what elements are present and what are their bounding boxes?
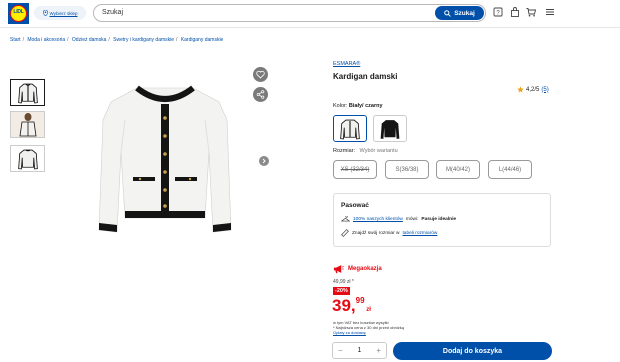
fit-customer-feedback: 100% naszych klientów mówi: Pasuje ideal… (341, 216, 456, 222)
search-input[interactable]: Szukaj (102, 9, 123, 16)
model-thumbnail-image (19, 112, 36, 136)
old-price: 49,99 zł * (333, 279, 354, 285)
hanger-icon (341, 216, 350, 222)
chevron-right-icon (262, 158, 266, 164)
quantity-stepper: − 1 + (332, 342, 387, 359)
discount-badge: -20% (333, 287, 350, 295)
search-bar[interactable]: Szukaj Szukaj (93, 4, 486, 22)
menu-icon[interactable] (545, 7, 555, 19)
color-swatch-white-black[interactable] (333, 115, 367, 142)
price-main: 39, (332, 296, 356, 315)
sale-badge: Megaokazja (333, 264, 382, 274)
size-finder-row: Znajdź swój rozmiar w tabeli rozmiarów (341, 229, 437, 237)
white-cardigan-swatch-image (340, 119, 360, 139)
breadcrumb-item-fashion[interactable]: Moda i akcesoria (27, 37, 65, 43)
store-selector-button[interactable]: Wybierz sklep (34, 6, 86, 20)
quantity-decrease-button[interactable]: − (338, 346, 343, 355)
price-notes: w tym VAT bez kosztów wysyłki * Najniższ… (333, 320, 404, 335)
thumbnail-back[interactable] (10, 145, 45, 172)
megaphone-icon (333, 265, 344, 274)
sale-badge-label: Megaokazja (348, 266, 382, 272)
size-option-l[interactable]: L(44/46) (488, 160, 532, 179)
search-button-label: Szukaj (454, 9, 475, 17)
fit-info-box: Pasować 100% naszych klientów mówi: Pasu… (333, 193, 551, 247)
customers-percentage-link[interactable]: 100% naszych klientów (353, 217, 403, 222)
breadcrumb: Start / Moda i akcesoria / Odzież damska / … (10, 37, 224, 43)
breadcrumb-item-start[interactable]: Start (10, 37, 21, 43)
share-icon (256, 90, 265, 99)
wishlist-button[interactable] (253, 67, 268, 82)
breadcrumb-item-sweaters[interactable]: Swetry i kardigany damskie (113, 37, 174, 43)
product-brand-link[interactable]: ESMARA® (333, 61, 360, 67)
search-button[interactable]: Szukaj (435, 6, 484, 20)
star-icon (517, 86, 524, 93)
thumbnail-front[interactable] (10, 79, 45, 106)
price-fraction: 99 (355, 296, 365, 305)
product-title: Kardigan damski (333, 72, 398, 81)
size-option-s[interactable]: S(36/38) (385, 160, 429, 179)
ruler-icon (341, 229, 349, 237)
color-swatch-black[interactable] (373, 115, 407, 142)
heart-icon (256, 70, 265, 79)
search-icon (444, 9, 451, 17)
price-currency: zł (366, 307, 371, 313)
color-selection-label: Kolor: Biały/ czarny (333, 103, 383, 109)
cardigan-thumbnail-image (17, 83, 38, 103)
bag-icon[interactable] (510, 7, 520, 19)
breadcrumb-item-womens-clothing[interactable]: Odzież damska (72, 37, 106, 43)
add-to-cart-button[interactable]: Dodaj do koszyka (393, 342, 552, 360)
share-button[interactable] (253, 87, 268, 102)
lidl-logo[interactable]: LIDL (8, 3, 29, 24)
breadcrumb-item-cardigans[interactable]: Kardigany damskie (181, 37, 224, 43)
delivery-costs-link[interactable]: Opłaty za dostawę (333, 330, 404, 335)
size-hint: Wybór wariantu (359, 148, 398, 154)
main-product-image (98, 85, 232, 233)
current-price: 39,99 zł (332, 296, 371, 316)
rating-count-link[interactable]: (5) (541, 87, 548, 93)
help-icon[interactable]: ? (493, 7, 503, 19)
header: LIDL Wybierz sklep Szukaj Szukaj ? (0, 0, 620, 28)
fit-heading: Pasować (341, 202, 369, 209)
size-option-m[interactable]: M(40/42) (436, 160, 480, 179)
quantity-value[interactable]: 1 (358, 347, 362, 354)
size-table-link[interactable]: tabeli rozmiarów (402, 231, 437, 236)
product-rating[interactable]: 4,2/5 (5) (517, 86, 549, 93)
selected-color: Biały/ czarny (348, 103, 383, 109)
quantity-increase-button[interactable]: + (376, 346, 381, 355)
size-option-xs[interactable]: XS (32/34) (333, 160, 377, 179)
thumbnail-model[interactable] (10, 111, 45, 138)
cardigan-back-thumbnail-image (17, 149, 38, 169)
black-cardigan-swatch-image (380, 119, 400, 139)
fit-verdict: Pasuje idealnie (421, 216, 457, 222)
cart-icon[interactable] (526, 7, 537, 19)
next-image-button[interactable] (259, 156, 269, 166)
rating-value: 4,2/5 (526, 86, 540, 93)
size-selection-label: Rozmiar: Wybór wariantu (333, 148, 398, 154)
location-pin-icon (42, 10, 48, 16)
store-selector-label: Wybierz sklep (49, 10, 78, 16)
